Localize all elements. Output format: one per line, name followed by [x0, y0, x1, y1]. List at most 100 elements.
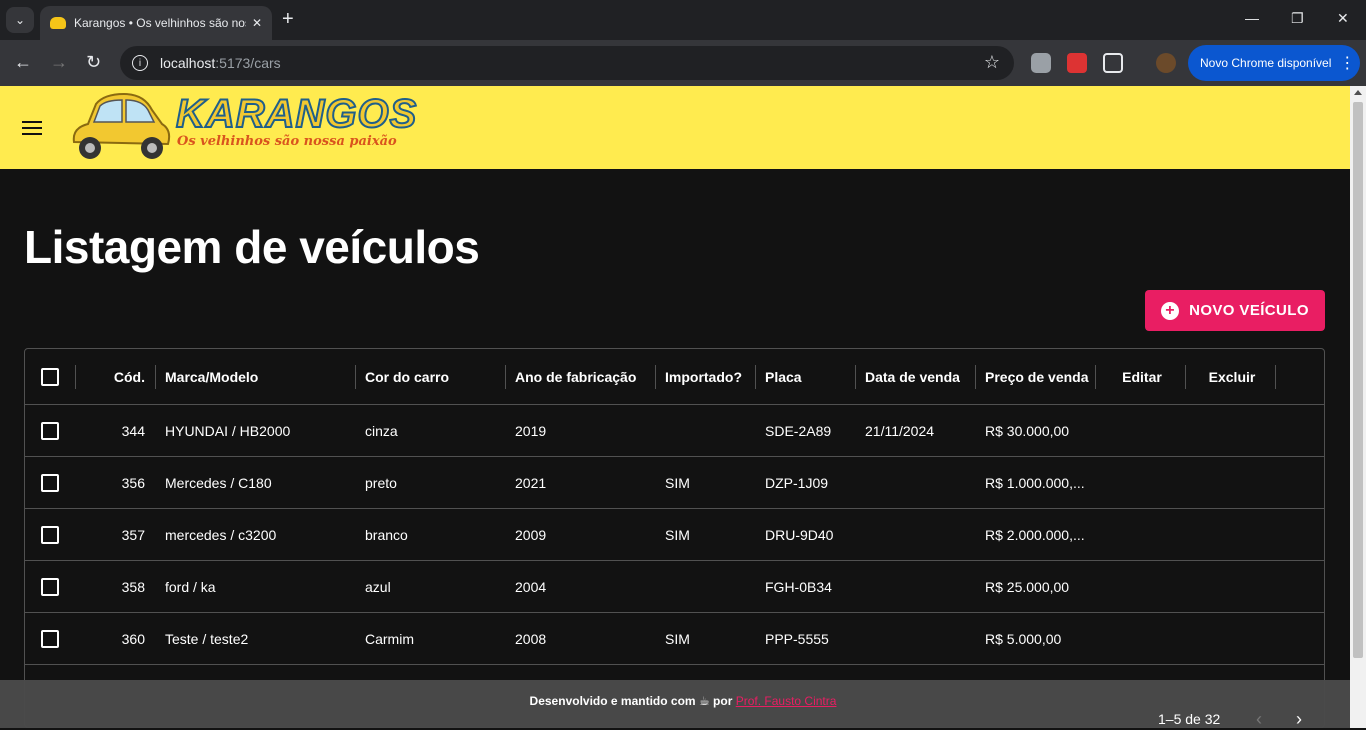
update-label: Novo Chrome disponível: [1200, 56, 1332, 70]
logo-subtitle: Os velhinhos são nossa paixão: [177, 134, 397, 149]
row-checkbox[interactable]: [41, 577, 59, 596]
cell-model: ford / ka: [165, 578, 216, 595]
camera-extension-icon[interactable]: [1031, 53, 1051, 73]
new-tab-icon[interactable]: +: [282, 8, 294, 31]
cell-id: 357: [121, 526, 145, 543]
table-row[interactable]: 357 mercedes / c3200 branco 2009 SIM DRU-9D40…: [25, 509, 1324, 561]
cell-sale-date: [865, 613, 975, 664]
table-row[interactable]: 360 Teste / teste2 Carmim 2008 SIM PPP-5555 R$…: [25, 613, 1324, 665]
row-checkbox[interactable]: [41, 473, 59, 492]
cell-sale-date: 21/11/2024: [865, 422, 935, 439]
car-favicon-icon: [50, 17, 66, 29]
add-circle-icon: +: [1161, 301, 1180, 320]
cell-color: azul: [365, 578, 391, 595]
app-header: KARANGOS Os velhinhos são nossa paixão: [0, 86, 1350, 169]
forward-icon[interactable]: →: [50, 52, 68, 73]
cell-sale-date: [865, 509, 975, 560]
cell-sale-date: [865, 457, 975, 508]
browser-tab-strip: ⌄ Karangos • Os velhinhos são nossa paix…: [0, 0, 1366, 40]
cell-year: 2019: [515, 422, 547, 439]
table-row[interactable]: 344 HYUNDAI / HB2000 cinza 2019 SDE-2A89 21/1…: [25, 405, 1324, 457]
col-header-edit[interactable]: Editar: [1097, 349, 1187, 404]
footer-text: Desenvolvido e mantido com ☕ por Prof. F…: [529, 694, 837, 708]
logo-title: KARANGOS: [175, 91, 418, 137]
col-header-year[interactable]: Ano de fabricação: [515, 349, 655, 404]
cell-price: R$ 2.000.000,...: [985, 526, 1085, 543]
col-header-imported[interactable]: Importado?: [665, 349, 755, 404]
restore-icon[interactable]: ❐: [1291, 10, 1304, 27]
page-scrollbar[interactable]: [1350, 86, 1366, 728]
cell-id: 358: [121, 578, 145, 595]
col-header-sale-date[interactable]: Data de venda: [865, 349, 975, 404]
scrollbar-thumb[interactable]: [1353, 102, 1363, 658]
cell-color: cinza: [365, 422, 398, 439]
cell-model: HYUNDAI / HB2000: [165, 422, 291, 439]
cell-price: R$ 25.000,00: [985, 578, 1070, 595]
row-checkbox[interactable]: [41, 421, 59, 440]
vehicles-grid: Cód. Marca/Modelo Cor do carro Ano de fa…: [24, 348, 1325, 728]
cell-model: mercedes / c3200: [165, 526, 277, 543]
bookmark-star-icon[interactable]: ☆: [984, 52, 1000, 73]
cell-id: 356: [121, 474, 145, 491]
cell-plate: DZP-1J09: [765, 474, 829, 491]
cell-imported: SIM: [665, 526, 690, 543]
reload-icon[interactable]: ↻: [86, 52, 101, 73]
chrome-update-button[interactable]: Novo Chrome disponível ⋮: [1188, 45, 1360, 81]
browser-toolbar: ← → ↻ i localhost:5173/cars ☆ Novo Chrom…: [0, 40, 1366, 86]
pagination-label: 1–5 de 32: [1158, 711, 1221, 727]
cell-year: 2004: [515, 578, 547, 595]
car-logo-icon: [72, 92, 171, 159]
tab-search-button[interactable]: ⌄: [6, 7, 34, 33]
cell-year: 2008: [515, 630, 547, 647]
extensions-puzzle-icon[interactable]: [1103, 53, 1123, 73]
cell-imported: [665, 405, 755, 456]
cell-imported: [665, 561, 755, 612]
coffee-icon: ☕: [698, 694, 710, 708]
col-header-delete[interactable]: Excluir: [1187, 349, 1277, 404]
page-title: Listagem de veículos: [24, 221, 480, 273]
cell-color: preto: [365, 474, 397, 491]
next-page-icon[interactable]: ›: [1296, 709, 1302, 730]
close-window-icon[interactable]: ✕: [1337, 10, 1349, 27]
author-link[interactable]: Prof. Fausto Cintra: [736, 694, 837, 708]
col-header-price[interactable]: Preço de venda: [985, 349, 1095, 404]
row-checkbox[interactable]: [41, 525, 59, 544]
previous-page-icon[interactable]: ‹: [1256, 709, 1262, 730]
cell-imported: SIM: [665, 630, 690, 647]
cell-plate: FGH-0B34: [765, 578, 832, 595]
new-vehicle-label: NOVO VEÍCULO: [1189, 302, 1309, 319]
url-text: localhost:5173/cars: [160, 55, 281, 71]
back-icon[interactable]: ←: [14, 52, 32, 73]
col-header-id[interactable]: Cód.: [85, 349, 145, 404]
cell-plate: SDE-2A89: [765, 422, 832, 439]
address-bar[interactable]: i localhost:5173/cars ☆: [120, 46, 1014, 80]
cell-color: Carmim: [365, 630, 414, 647]
table-row[interactable]: 358 ford / ka azul 2004 FGH-0B34 R$ 25.000,00: [25, 561, 1324, 613]
tab-title: Karangos • Os velhinhos são nossa paixão: [74, 16, 246, 30]
cell-imported: SIM: [665, 474, 690, 491]
col-header-color[interactable]: Cor do carro: [365, 349, 505, 404]
site-info-icon[interactable]: i: [132, 55, 148, 71]
cell-price: R$ 1.000.000,...: [985, 474, 1085, 491]
grid-header: Cód. Marca/Modelo Cor do carro Ano de fa…: [25, 349, 1324, 405]
cell-id: 360: [121, 630, 145, 647]
profile-avatar[interactable]: [1156, 53, 1176, 73]
cell-color: branco: [365, 526, 408, 543]
cell-model: Mercedes / C180: [165, 474, 272, 491]
table-row[interactable]: 356 Mercedes / C180 preto 2021 SIM DZP-1J09 R$…: [25, 457, 1324, 509]
col-header-plate[interactable]: Placa: [765, 349, 855, 404]
new-vehicle-button[interactable]: + NOVO VEÍCULO: [1145, 290, 1325, 331]
scroll-up-icon[interactable]: [1354, 90, 1362, 95]
select-all-checkbox[interactable]: [41, 367, 59, 386]
cell-model: Teste / teste2: [165, 630, 249, 647]
minimize-icon[interactable]: —: [1245, 10, 1259, 26]
cell-plate: PPP-5555: [765, 630, 829, 647]
row-checkbox[interactable]: [41, 629, 59, 648]
close-tab-icon[interactable]: ✕: [252, 16, 262, 30]
extension-red-icon[interactable]: [1067, 53, 1087, 73]
cell-plate: DRU-9D40: [765, 526, 834, 543]
browser-tab[interactable]: Karangos • Os velhinhos são nossa paixão…: [40, 6, 272, 40]
more-menu-icon[interactable]: ⋮: [1339, 53, 1355, 73]
menu-icon[interactable]: [22, 121, 42, 135]
col-header-model[interactable]: Marca/Modelo: [165, 349, 345, 404]
